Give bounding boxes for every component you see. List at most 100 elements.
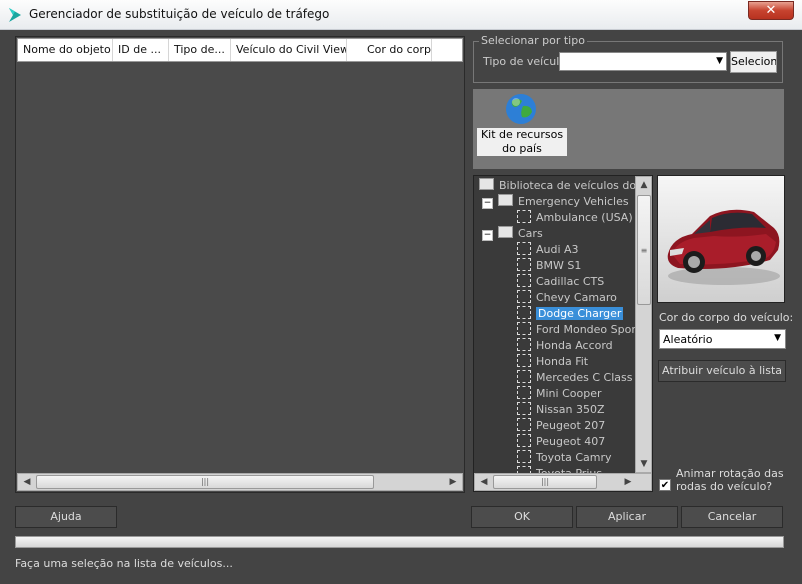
tree-item[interactable]: Mini Cooper [517, 386, 601, 402]
body-color-value: Aleatório [663, 333, 713, 346]
chevron-down-icon: ▼ [716, 56, 723, 66]
tree-item[interactable]: Honda Accord [517, 338, 613, 354]
app-icon [9, 8, 21, 22]
column-header[interactable]: Veículo do Civil View [231, 39, 347, 61]
vehicle-icon [517, 290, 531, 303]
tree-item-label: Honda Accord [536, 339, 613, 352]
vehicle-type-dropdown[interactable]: ▼ [559, 52, 727, 71]
tree-item-label: Audi A3 [536, 243, 579, 256]
column-header[interactable]: ID de ... [113, 39, 169, 61]
tree-item-label: Peugeot 207 [536, 419, 606, 432]
checkmark-icon: ✔ [660, 480, 670, 491]
apply-button[interactable]: Aplicar [576, 506, 678, 528]
assign-vehicle-button[interactable]: Atribuir veículo à lista [658, 360, 786, 382]
vehicle-type-label: Tipo de veículo: [483, 55, 570, 68]
tree-item[interactable]: Mercedes C Class [517, 370, 632, 386]
tree-item[interactable]: Nissan 350Z [517, 402, 605, 418]
tree-item[interactable]: Cadillac CTS [517, 274, 604, 290]
vehicle-icon [517, 450, 531, 463]
select-by-type-label: Selecionar por tipo [479, 34, 587, 47]
scroll-right-arrow[interactable]: ▶ [621, 475, 635, 489]
vehicle-icon [517, 434, 531, 447]
tree-item[interactable]: Peugeot 207 [517, 418, 605, 434]
tree-item-label: Toyota Camry [536, 451, 612, 464]
vehicle-tree[interactable]: Biblioteca de veículos do Civil View − Em… [473, 175, 653, 492]
collapse-icon[interactable]: − [482, 230, 493, 241]
vehicle-icon [517, 322, 531, 335]
body-color-label: Cor do corpo do veículo: [659, 311, 794, 324]
animate-wheels-checkbox[interactable]: ✔ [659, 479, 671, 491]
scroll-right-arrow[interactable]: ▶ [446, 475, 460, 489]
tree-horizontal-scrollbar[interactable]: ◀ ||| ▶ [474, 473, 652, 491]
tree-group-label: Cars [518, 227, 543, 240]
column-header[interactable]: Nome do objeto [18, 39, 113, 61]
vehicle-icon [517, 418, 531, 431]
animate-wheels-label[interactable]: Animar rotação das rodas do veículo? [676, 467, 784, 493]
ok-button[interactable]: OK [471, 506, 573, 528]
globe-icon[interactable] [504, 92, 538, 126]
scroll-thumb[interactable]: ||| [493, 475, 597, 489]
tree-item[interactable]: Toyota Camry [517, 450, 612, 466]
folder-icon [498, 226, 513, 238]
tree-item-label: Nissan 350Z [536, 403, 605, 416]
help-button[interactable]: Ajuda [15, 506, 117, 528]
vehicle-preview [657, 175, 785, 303]
scroll-left-arrow[interactable]: ◀ [477, 475, 491, 489]
list-horizontal-scrollbar[interactable]: ◀ ||| ▶ [17, 473, 463, 491]
scroll-down-arrow[interactable]: ▼ [637, 457, 651, 471]
tree-item[interactable]: Audi A3 [517, 242, 579, 258]
vehicle-icon [517, 402, 531, 415]
tree-item-label: Peugeot 407 [536, 435, 606, 448]
vehicle-icon [517, 386, 531, 399]
scroll-up-arrow[interactable]: ▲ [637, 178, 651, 192]
vehicle-icon [517, 274, 531, 287]
tree-item[interactable]: Ford Mondeo Sportbreak [517, 322, 652, 338]
chevron-down-icon: ▼ [774, 333, 781, 343]
tree-group[interactable]: − Emergency Vehicles [482, 194, 629, 210]
tree-root-label: Biblioteca de veículos do Civil View [499, 179, 652, 192]
cancel-button[interactable]: Cancelar [681, 506, 783, 528]
tree-item[interactable]: BMW S1 [517, 258, 581, 274]
column-header[interactable]: Tipo de... [169, 39, 231, 61]
tree-item[interactable]: Ambulance (USA) [517, 210, 633, 226]
tree-group-label: Emergency Vehicles [518, 195, 629, 208]
tree-root[interactable]: Biblioteca de veículos do Civil View [479, 178, 652, 194]
scroll-thumb[interactable]: ≡ [637, 195, 651, 305]
folder-icon [479, 178, 494, 190]
vehicle-icon [517, 210, 531, 223]
object-list[interactable] [15, 36, 465, 493]
tree-item-label: Honda Fit [536, 355, 589, 368]
select-button[interactable]: Selecionar [730, 51, 777, 73]
window-title: Gerenciador de substituição de veículo d… [29, 7, 330, 21]
tree-item-label: Ambulance (USA) [536, 211, 633, 224]
vehicle-icon [517, 338, 531, 351]
tree-item-label: Chevy Camaro [536, 291, 617, 304]
tree-item[interactable]: Chevy Camaro [517, 290, 617, 306]
tree-item-label: Mini Cooper [536, 387, 602, 400]
body-color-dropdown[interactable]: Aleatório ▼ [659, 329, 786, 349]
scroll-left-arrow[interactable]: ◀ [20, 475, 34, 489]
vehicle-icon [517, 258, 531, 271]
tree-item[interactable]: Peugeot 407 [517, 434, 605, 450]
status-text: Faça uma seleção na lista de veículos... [15, 557, 233, 570]
car-image [667, 209, 780, 285]
kit-label[interactable]: Kit de recursos do país [477, 128, 567, 156]
tree-item-label: Mercedes C Class [536, 371, 633, 384]
tree-item-label: Cadillac CTS [536, 275, 605, 288]
column-header-empty [432, 39, 462, 61]
vehicle-icon [517, 306, 531, 319]
tree-item-label: Dodge Charger [536, 307, 624, 320]
tree-item[interactable]: Honda Fit [517, 354, 588, 370]
list-header: Nome do objeto ID de ... Tipo de... Veíc… [17, 38, 463, 62]
vehicle-icon [517, 370, 531, 383]
scroll-thumb[interactable]: ||| [36, 475, 374, 489]
tree-item-selected[interactable]: Dodge Charger [517, 306, 624, 322]
progress-bar [15, 536, 784, 548]
close-button[interactable]: ✕ [748, 1, 794, 20]
vehicle-icon [517, 242, 531, 255]
tree-group[interactable]: − Cars [482, 226, 543, 242]
tree-vertical-scrollbar[interactable]: ▲ ≡ ▼ [635, 176, 652, 473]
collapse-icon[interactable]: − [482, 198, 493, 209]
title-bar: Gerenciador de substituição de veículo d… [0, 0, 802, 30]
column-header[interactable]: Cor do corpo [347, 39, 432, 61]
